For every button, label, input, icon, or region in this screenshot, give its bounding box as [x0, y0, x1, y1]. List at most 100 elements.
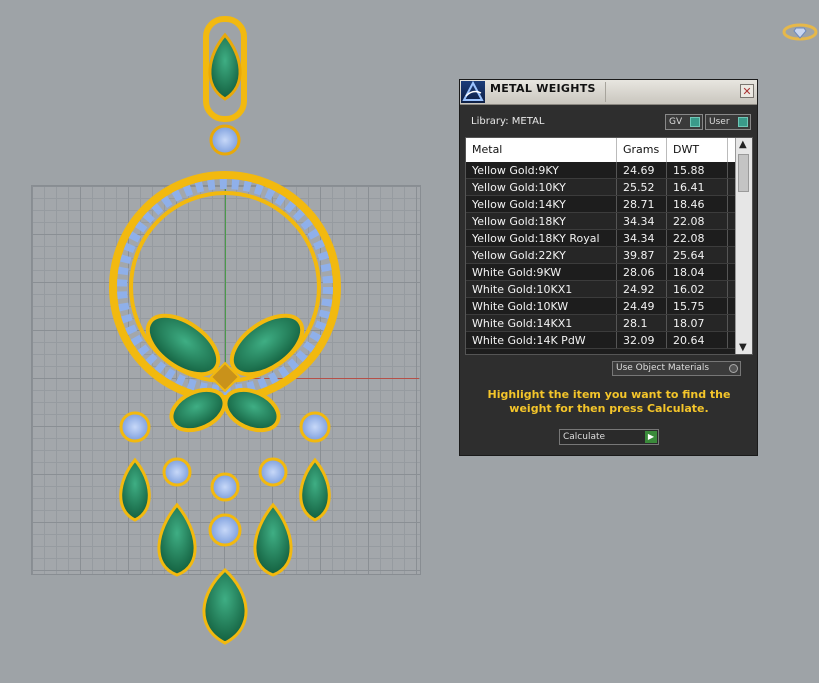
table-header: Metal Grams DWT — [466, 138, 736, 162]
use-object-materials-toggle[interactable]: Use Object Materials — [612, 361, 741, 376]
table-row[interactable]: Yellow Gold:18KY 34.34 22.08 — [466, 213, 736, 230]
column-divider — [727, 332, 728, 348]
column-divider — [666, 247, 667, 263]
column-divider — [616, 332, 617, 348]
cell-grams: 24.92 — [623, 283, 655, 296]
metal-table[interactable]: Metal Grams DWT Yellow Gold:9KY 24.69 15.8… — [465, 137, 753, 355]
column-divider — [616, 196, 617, 212]
gv-knob-icon — [690, 117, 700, 127]
column-divider — [727, 230, 728, 246]
cell-grams: 34.34 — [623, 232, 655, 245]
cell-dwt: 25.64 — [673, 249, 705, 262]
table-row[interactable]: White Gold:9KW 28.06 18.04 — [466, 264, 736, 281]
column-divider — [727, 162, 728, 178]
user-toggle[interactable]: User — [705, 114, 751, 130]
gv-label: GV — [669, 117, 683, 127]
cell-dwt: 18.46 — [673, 198, 705, 211]
table-body: Yellow Gold:9KY 24.69 15.88 Yellow Gold:10K… — [466, 162, 736, 349]
cell-dwt: 22.08 — [673, 232, 705, 245]
cell-metal: White Gold:14K PdW — [472, 334, 586, 347]
column-divider — [666, 179, 667, 195]
cell-dwt: 15.88 — [673, 164, 705, 177]
table-row[interactable]: Yellow Gold:14KY 28.71 18.46 — [466, 196, 736, 213]
column-divider — [727, 179, 728, 195]
cell-dwt: 22.08 — [673, 215, 705, 228]
cell-metal: White Gold:9KW — [472, 266, 562, 279]
table-scrollbar[interactable]: ▲ ▼ — [735, 138, 752, 354]
table-row[interactable]: Yellow Gold:9KY 24.69 15.88 — [466, 162, 736, 179]
column-header-dwt[interactable]: DWT — [673, 143, 699, 156]
column-divider — [727, 298, 728, 314]
column-divider — [727, 196, 728, 212]
column-divider — [616, 179, 617, 195]
column-divider — [727, 247, 728, 263]
instruction-text: Highlight the item you want to find the … — [487, 388, 731, 415]
panel-title: METAL WEIGHTS — [490, 82, 596, 95]
column-divider — [666, 162, 667, 178]
cell-dwt: 20.64 — [673, 334, 705, 347]
table-row[interactable]: Yellow Gold:18KY Royal 34.34 22.08 — [466, 230, 736, 247]
close-button[interactable]: ✕ — [740, 84, 754, 98]
table-row[interactable]: White Gold:14KX1 28.1 18.07 — [466, 315, 736, 332]
cell-metal: White Gold:10KW — [472, 300, 569, 313]
cell-grams: 34.34 — [623, 215, 655, 228]
scroll-down-icon[interactable]: ▼ — [739, 342, 747, 353]
title-separator — [605, 82, 606, 102]
scroll-up-icon[interactable]: ▲ — [739, 139, 747, 150]
column-header-metal[interactable]: Metal — [472, 143, 502, 156]
cell-metal: Yellow Gold:9KY — [472, 164, 559, 177]
cell-grams: 39.87 — [623, 249, 655, 262]
radio-icon — [729, 364, 738, 373]
column-divider — [616, 247, 617, 263]
table-row[interactable]: White Gold:10KW 24.49 15.75 — [466, 298, 736, 315]
column-divider — [616, 315, 617, 331]
user-label: User — [709, 117, 730, 127]
app-logo-icon — [461, 80, 485, 103]
column-divider — [616, 281, 617, 297]
cell-grams: 32.09 — [623, 334, 655, 347]
column-divider — [727, 213, 728, 229]
table-row[interactable]: White Gold:14K PdW 32.09 20.64 — [466, 332, 736, 349]
panel-title-bar[interactable]: METAL WEIGHTS ✕ — [460, 80, 757, 105]
column-divider — [666, 230, 667, 246]
cell-grams: 24.49 — [623, 300, 655, 313]
cell-metal: Yellow Gold:22KY — [472, 249, 566, 262]
cell-grams: 28.71 — [623, 198, 655, 211]
column-divider — [616, 213, 617, 229]
cell-metal: Yellow Gold:18KY — [472, 215, 566, 228]
cell-metal: White Gold:14KX1 — [472, 317, 573, 330]
earring-model[interactable] — [90, 15, 370, 655]
column-divider — [616, 138, 617, 162]
diamond-ring-icon — [782, 23, 818, 41]
cell-metal: White Gold:10KX1 — [472, 283, 573, 296]
table-row[interactable]: White Gold:10KX1 24.92 16.02 — [466, 281, 736, 298]
use-object-materials-label: Use Object Materials — [616, 363, 710, 373]
column-divider — [666, 281, 667, 297]
column-divider — [666, 196, 667, 212]
table-row[interactable]: Yellow Gold:10KY 25.52 16.41 — [466, 179, 736, 196]
cell-metal: Yellow Gold:18KY Royal — [472, 232, 600, 245]
column-divider — [666, 213, 667, 229]
library-label: Library: METAL — [471, 116, 545, 127]
column-divider — [727, 281, 728, 297]
column-header-grams[interactable]: Grams — [623, 143, 659, 156]
column-divider — [666, 138, 667, 162]
table-row[interactable]: Yellow Gold:22KY 39.87 25.64 — [466, 247, 736, 264]
cell-metal: Yellow Gold:10KY — [472, 181, 566, 194]
scroll-thumb[interactable] — [738, 154, 749, 192]
column-divider — [666, 298, 667, 314]
cell-dwt: 16.41 — [673, 181, 705, 194]
cell-grams: 28.06 — [623, 266, 655, 279]
calculate-label: Calculate — [563, 432, 606, 442]
column-divider — [666, 264, 667, 280]
column-divider — [666, 332, 667, 348]
column-divider — [616, 264, 617, 280]
top-emerald — [208, 32, 242, 101]
user-knob-icon — [738, 117, 748, 127]
gv-toggle[interactable]: GV — [665, 114, 703, 130]
cell-grams: 28.1 — [623, 317, 648, 330]
column-divider — [727, 315, 728, 331]
cell-grams: 24.69 — [623, 164, 655, 177]
calculate-button[interactable]: Calculate ▶ — [559, 429, 659, 445]
play-arrow-icon: ▶ — [645, 431, 657, 443]
